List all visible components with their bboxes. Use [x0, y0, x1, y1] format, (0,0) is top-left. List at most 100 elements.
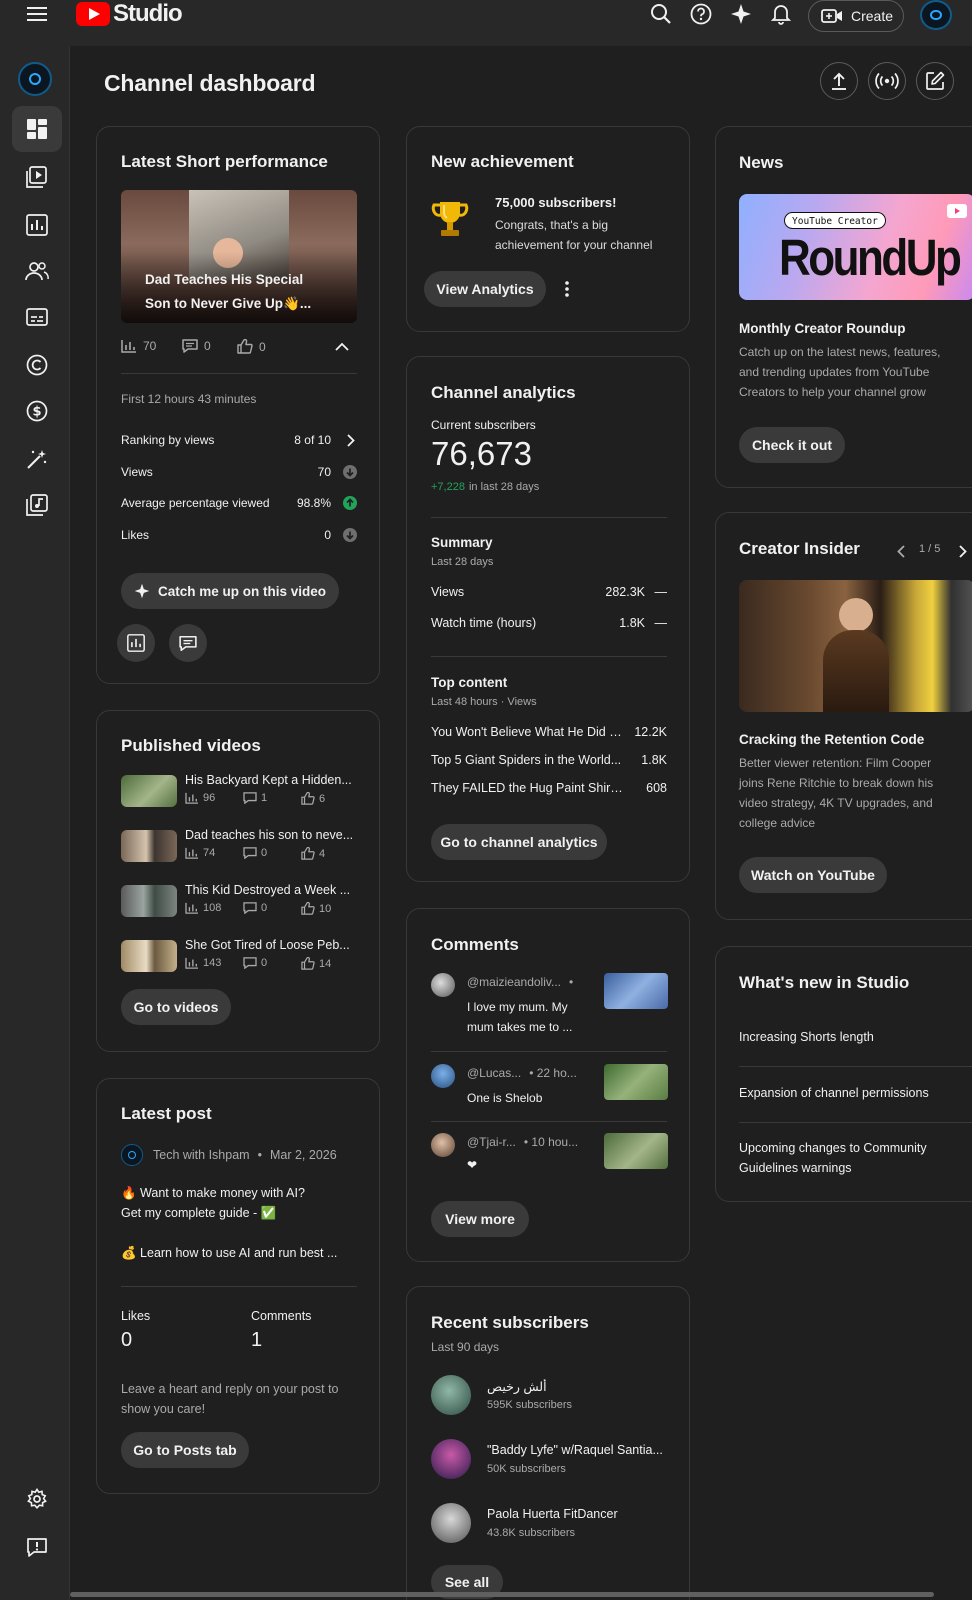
collapse-chevron-up-icon[interactable]: [331, 335, 353, 357]
insider-body: Better viewer retention: Film Cooper joi…: [739, 756, 934, 830]
short-analytics-button[interactable]: [117, 624, 155, 662]
subs-period: Last 90 days: [431, 1340, 500, 1354]
list-item[interactable]: She Got Tired of Loose Peb... 143 0 14: [121, 938, 357, 978]
short-thumbnail[interactable]: Dad Teaches His Special Son to Never Giv…: [121, 190, 357, 323]
new-achievement-card: New achievement 75,000 subscribers! Cong…: [406, 126, 690, 332]
whats-new-item[interactable]: Upcoming changes to Community Guidelines…: [739, 1138, 927, 1178]
subscriber-avatar: [431, 1375, 471, 1415]
list-item[interactable]: @Tjai-r... • 10 hou... ❤: [431, 1133, 668, 1183]
notifications-bell-icon[interactable]: [768, 0, 794, 28]
gear-icon: [26, 1488, 48, 1510]
sidebar-item-customization[interactable]: [12, 436, 62, 482]
sidebar-item-settings[interactable]: [12, 1476, 62, 1522]
create-post-button[interactable]: [916, 62, 954, 100]
sidebar-item-audio-library[interactable]: [12, 482, 62, 528]
go-to-videos-button[interactable]: Go to videos: [121, 989, 231, 1025]
list-item[interactable]: This Kid Destroyed a Week ... 108 0 10: [121, 883, 357, 923]
upload-icon: [829, 71, 849, 91]
chevron-right-icon[interactable]: [346, 434, 355, 447]
thumbs-up-icon: [301, 792, 315, 805]
youtube-play-icon: [76, 2, 110, 26]
list-item[interactable]: His Backyard Kept a Hidden... 96 1 6: [121, 773, 357, 813]
list-item[interactable]: @maizieandoliv... • I love my mum. My mu…: [431, 973, 668, 1043]
trophy-icon: [431, 199, 469, 239]
go-live-button[interactable]: [868, 62, 906, 100]
app-name: Studio: [113, 0, 183, 27]
check-it-out-button[interactable]: Check it out: [739, 427, 845, 463]
create-button[interactable]: Create: [808, 0, 904, 32]
view-analytics-button[interactable]: View Analytics: [424, 271, 546, 307]
short-title-line1: Dad Teaches His Special: [145, 272, 304, 287]
recent-subscribers-card: Recent subscribers Last 90 days ألش رخيص…: [406, 1286, 690, 1600]
channel-analytics-card: Channel analytics Current subscribers 76…: [406, 356, 690, 882]
list-item[interactable]: ألش رخيص 595K subscribers: [431, 1375, 667, 1419]
chevron-right-icon[interactable]: [953, 541, 971, 561]
whats-new-item[interactable]: Increasing Shorts length: [739, 1027, 874, 1047]
help-icon[interactable]: [688, 0, 714, 28]
list-item[interactable]: Dad teaches his son to neve... 74 0 4: [121, 828, 357, 868]
post-hint: Leave a heart and reply on your post to …: [121, 1382, 339, 1416]
card-title: Channel analytics: [431, 383, 576, 402]
news-banner-image[interactable]: YouTube Creator RoundUp: [739, 194, 972, 300]
post-likes-label: Likes: [121, 1309, 151, 1323]
sidebar-item-earn[interactable]: $: [12, 388, 62, 434]
live-broadcast-icon: [875, 71, 899, 91]
upload-videos-button[interactable]: [820, 62, 858, 100]
sidebar-item-feedback[interactable]: [12, 1524, 62, 1570]
search-icon[interactable]: [648, 0, 674, 28]
top-content-title: Top content: [431, 675, 508, 690]
monetization-dollar-icon: $: [26, 400, 48, 422]
whats-new-item[interactable]: Expansion of channel permissions: [739, 1083, 929, 1103]
short-comments-button[interactable]: [169, 624, 207, 662]
go-to-posts-tab-button[interactable]: Go to Posts tab: [121, 1432, 249, 1468]
hamburger-menu-icon[interactable]: [22, 0, 52, 28]
post-comments-label: Comments: [251, 1309, 312, 1323]
card-title: Recent subscribers: [431, 1313, 589, 1332]
card-title: What's new in Studio: [739, 973, 910, 992]
card-title: Latest post: [121, 1104, 212, 1123]
trend-down-icon: [343, 465, 357, 479]
account-avatar[interactable]: [920, 0, 952, 30]
feedback-icon: [26, 1536, 48, 1558]
horizontal-scrollbar[interactable]: [70, 1592, 934, 1597]
post-comments-value: 1: [251, 1329, 263, 1351]
subs-delta: +7,228 in last 28 days: [431, 481, 540, 493]
list-item[interactable]: @Lucas... • 22 ho... One is Shelob: [431, 1064, 668, 1114]
insider-video-thumbnail[interactable]: [739, 580, 972, 712]
watch-on-youtube-button[interactable]: Watch on YouTube: [739, 857, 887, 893]
subscriber-avatar: [431, 1439, 471, 1479]
sparkle-icon[interactable]: [728, 0, 754, 28]
sidebar-item-community[interactable]: [12, 248, 62, 294]
sidebar-item-analytics[interactable]: [12, 202, 62, 248]
view-more-comments-button[interactable]: View more: [431, 1201, 529, 1237]
go-to-channel-analytics-button[interactable]: Go to channel analytics: [431, 824, 607, 860]
video-thumbnail: [121, 940, 177, 972]
card-title: Comments: [431, 935, 519, 954]
sidebar-item-content[interactable]: [12, 154, 62, 200]
short-views-stat: 70: [121, 339, 156, 353]
card-title: Creator Insider: [739, 539, 860, 558]
chevron-left-icon[interactable]: [892, 541, 910, 561]
analytics-icon: [26, 214, 48, 236]
dashboard-icon: [26, 118, 48, 140]
trend-down-icon: [343, 528, 357, 542]
sidebar-item-dashboard[interactable]: [12, 106, 62, 152]
short-likes-stat: 0: [237, 339, 266, 354]
list-item[interactable]: "Baddy Lyfe" w/Raquel Santia... 50K subs…: [431, 1439, 667, 1483]
comment-icon: [243, 902, 257, 914]
comment-video-thumbnail: [604, 973, 668, 1009]
latest-short-card: Latest Short performance Dad Teaches His…: [96, 126, 380, 684]
bar-chart-icon: [185, 792, 199, 804]
comment-video-thumbnail: [604, 1133, 668, 1169]
channel-avatar[interactable]: [18, 62, 52, 96]
sidebar-item-copyright[interactable]: [12, 342, 62, 388]
list-item[interactable]: Paola Huerta FitDancer 43.8K subscribers: [431, 1503, 667, 1547]
card-title: New achievement: [431, 152, 574, 171]
sidebar-item-subtitles[interactable]: [12, 294, 62, 340]
studio-logo[interactable]: Studio: [76, 0, 183, 28]
insider-pager: 1 / 5: [919, 543, 941, 555]
top-bar: Studio Create: [0, 0, 972, 46]
catch-me-up-button[interactable]: Catch me up on this video: [121, 573, 339, 609]
more-options-icon[interactable]: [557, 277, 577, 301]
card-title: Latest Short performance: [121, 152, 328, 171]
